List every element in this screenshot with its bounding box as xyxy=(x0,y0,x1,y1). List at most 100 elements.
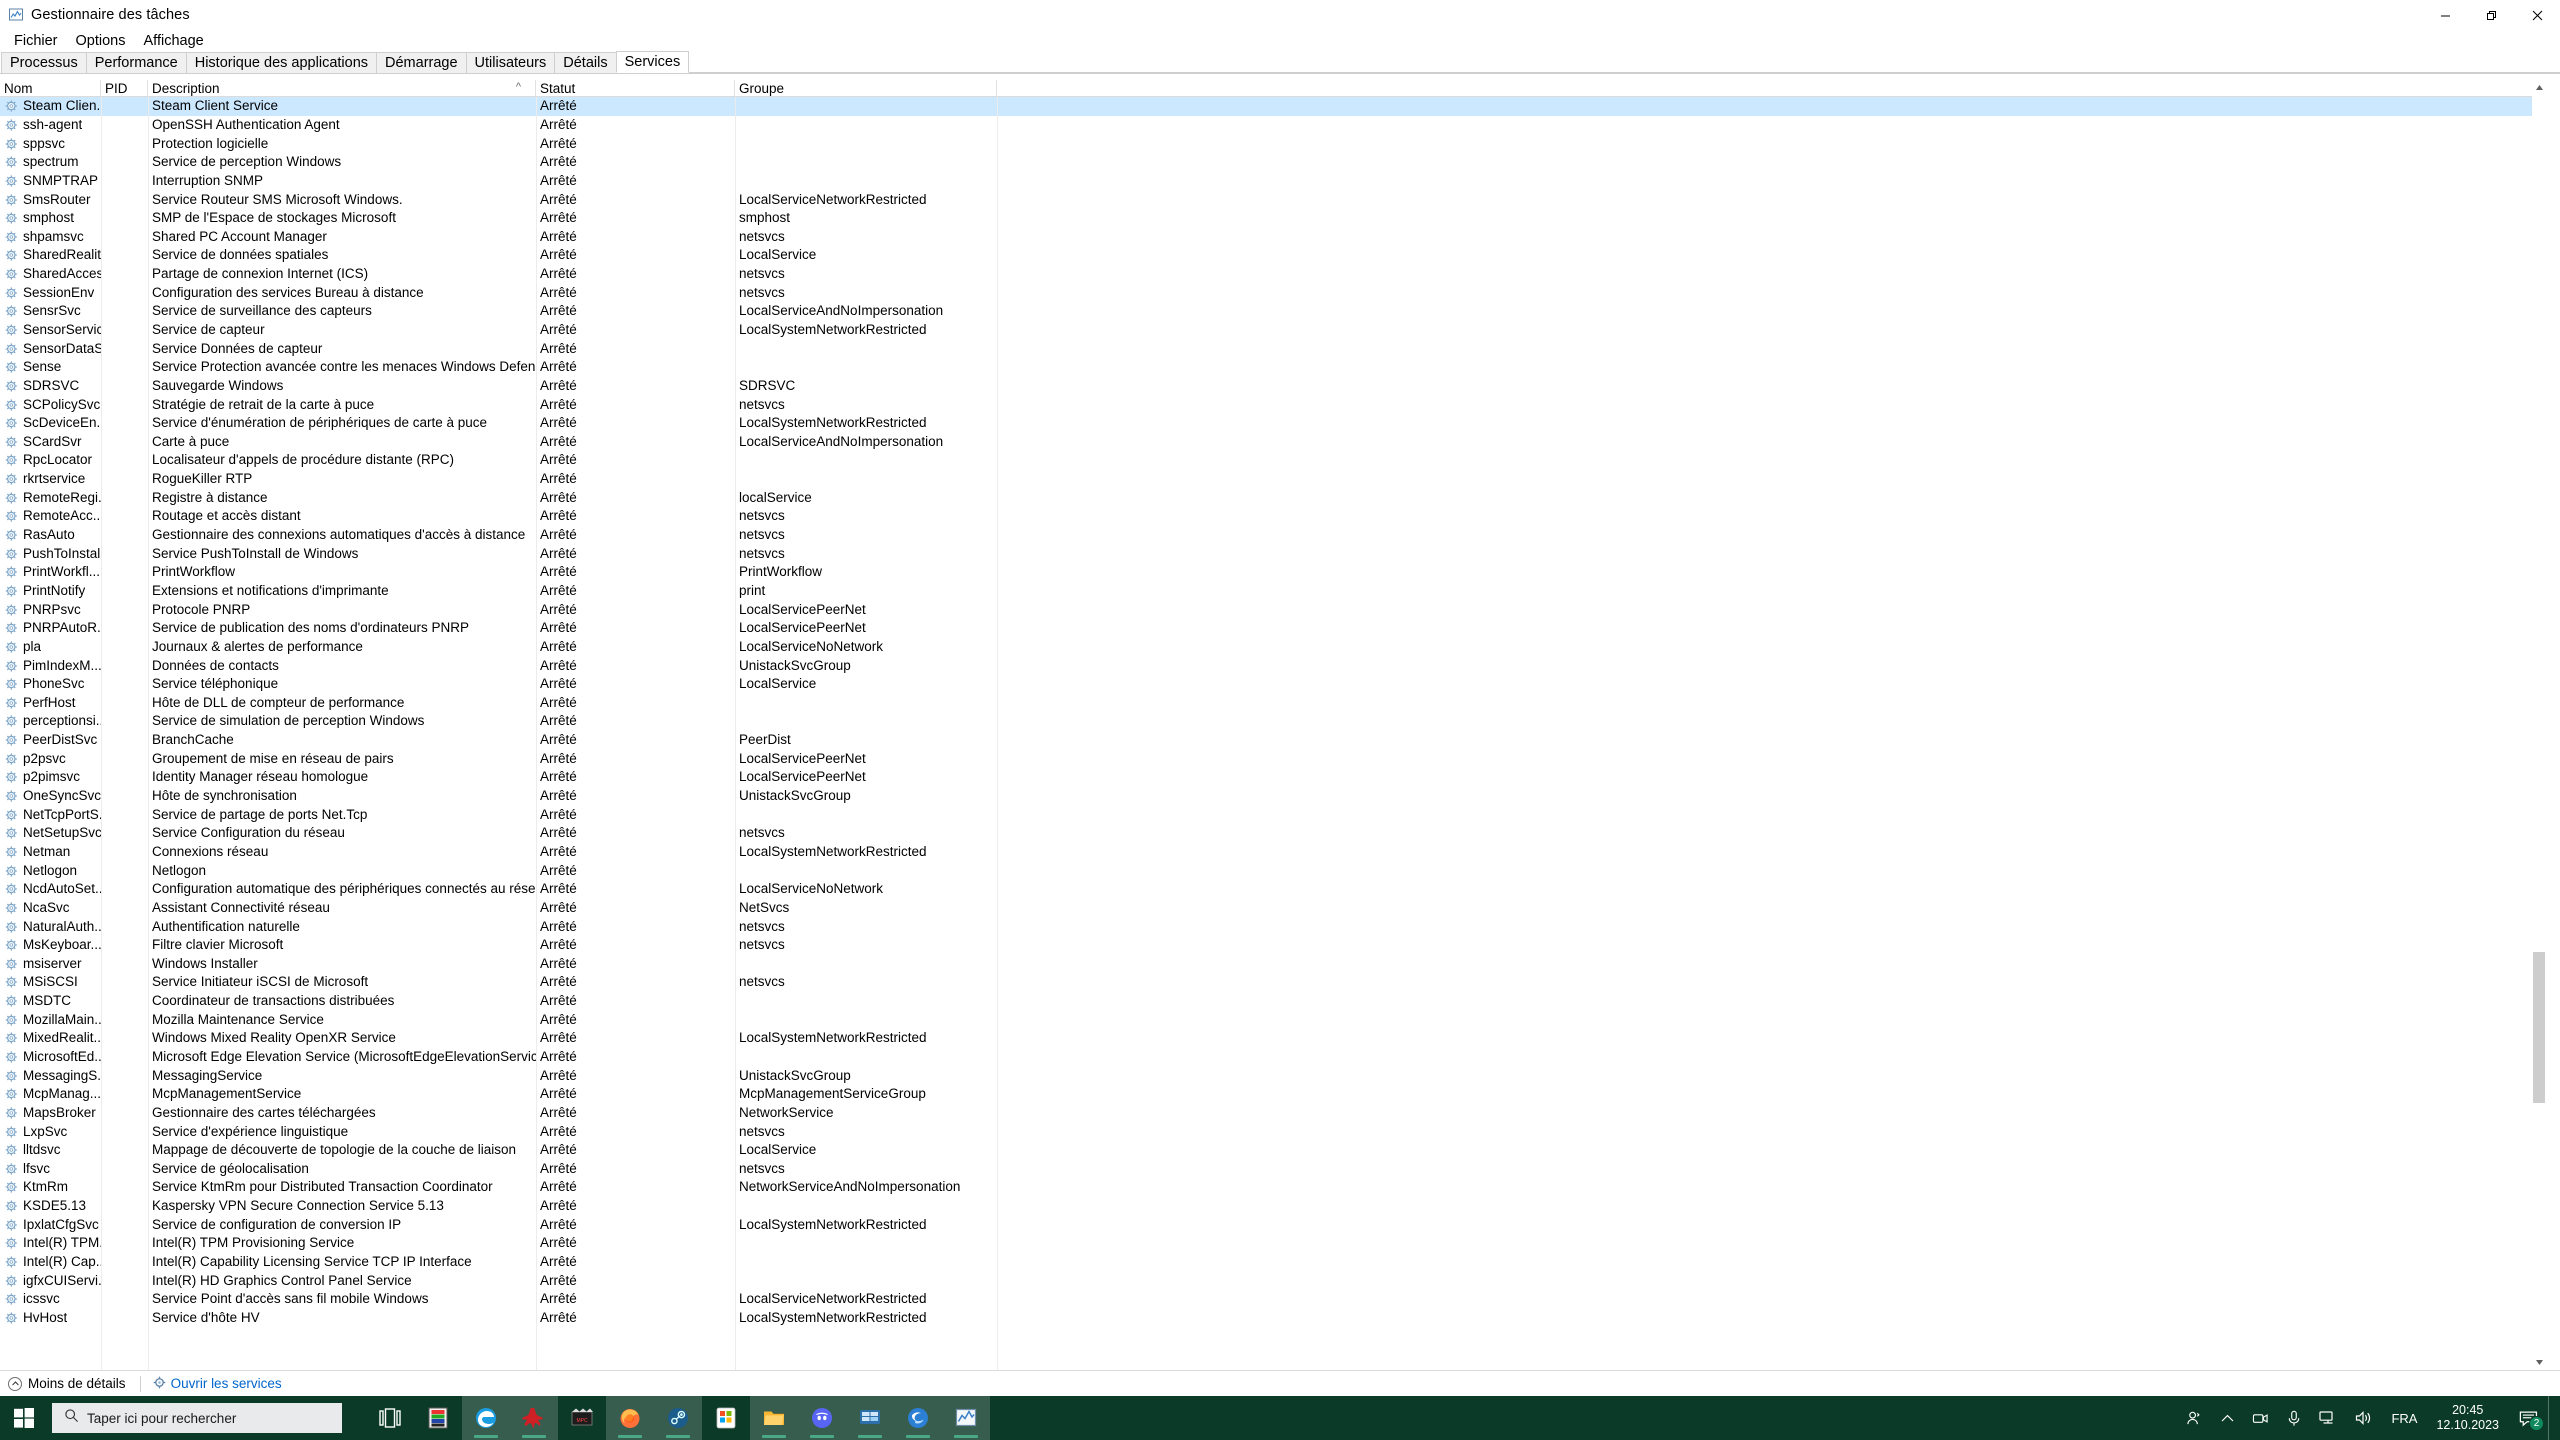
table-row[interactable]: KtmRm Service KtmRm pour Distributed Tran… xyxy=(0,1178,2546,1197)
table-row[interactable]: PrintWorkfl... PrintWorkflow Arrêté PrintWo… xyxy=(0,563,2546,582)
hitman-app-icon[interactable] xyxy=(510,1396,558,1440)
table-row[interactable]: ssh-agent OpenSSH Authentication Agent Arr… xyxy=(0,116,2546,135)
table-row[interactable]: MixedRealit... Windows Mixed Reality Open… xyxy=(0,1029,2546,1048)
table-row[interactable]: p2pimsvc Identity Manager réseau homologu… xyxy=(0,768,2546,787)
firefox-icon[interactable] xyxy=(606,1396,654,1440)
scroll-down-arrow[interactable] xyxy=(2532,1355,2546,1370)
chevron-up-icon[interactable] xyxy=(2212,1396,2243,1440)
scroll-up-arrow[interactable] xyxy=(2532,80,2546,95)
tab-performance[interactable]: Performance xyxy=(85,52,187,73)
table-row[interactable]: perceptionsi... Service de simulation de … xyxy=(0,712,2546,731)
table-row[interactable]: lltdsvc Mappage de découverte de topologi… xyxy=(0,1141,2546,1160)
scrollbar-track[interactable] xyxy=(2532,95,2546,1355)
tab-d-tails[interactable]: Détails xyxy=(554,52,617,73)
table-row[interactable]: MapsBroker Gestionnaire des cartes téléch… xyxy=(0,1104,2546,1123)
show-desktop-button[interactable] xyxy=(2548,1396,2556,1440)
table-row[interactable]: PerfHost Hôte de DLL de compteur de perfo… xyxy=(0,694,2546,713)
table-row[interactable]: SensorDataS... Service Données de capteur… xyxy=(0,339,2546,358)
table-row[interactable]: p2psvc Groupement de mise en réseau de pa… xyxy=(0,749,2546,768)
menu-item-affichage[interactable]: Affichage xyxy=(135,32,213,51)
table-row[interactable]: SCPolicySvc Stratégie de retrait de la ca… xyxy=(0,395,2546,414)
table-row[interactable]: RasAuto Gestionnaire des connexions autom… xyxy=(0,526,2546,545)
table-row[interactable]: icssvc Service Point d'accès sans fil mob… xyxy=(0,1290,2546,1309)
table-row[interactable]: SDRSVC Sauvegarde Windows Arrêté SDRSVC xyxy=(0,377,2546,396)
table-row[interactable]: HvHost Service d'hôte HV Arrêté LocalSystem… xyxy=(0,1309,2546,1328)
table-row[interactable]: PeerDistSvc BranchCache Arrêté PeerDist xyxy=(0,731,2546,750)
table-row[interactable]: spectrum Service de perception Windows Arr… xyxy=(0,153,2546,172)
microsoft-store-icon[interactable] xyxy=(702,1396,750,1440)
table-row[interactable]: SCardSvr Carte à puce Arrêté LocalServiceAn… xyxy=(0,433,2546,452)
table-row[interactable]: McpManag... McpManagementService Arrêté Mcp… xyxy=(0,1085,2546,1104)
table-row[interactable]: MicrosoftEd... Microsoft Edge Elevation S… xyxy=(0,1048,2546,1067)
maximize-button[interactable] xyxy=(2468,0,2514,30)
table-row[interactable]: SensrSvc Service de surveillance des capt… xyxy=(0,302,2546,321)
table-row[interactable]: smphost SMP de l'Espace de stockages Micr… xyxy=(0,209,2546,228)
table-row[interactable]: sppsvc Protection logicielle Arrêté xyxy=(0,134,2546,153)
table-row[interactable]: rkrtservice RogueKiller RTP Arrêté xyxy=(0,470,2546,489)
media-player-classic-icon[interactable]: MPC xyxy=(558,1396,606,1440)
table-row[interactable]: MSDTC Coordinateur de transactions distri… xyxy=(0,992,2546,1011)
column-header-status[interactable]: Statut xyxy=(536,80,735,96)
vertical-scrollbar[interactable] xyxy=(2532,80,2546,1370)
start-button[interactable] xyxy=(0,1396,48,1440)
network-icon[interactable] xyxy=(2310,1396,2346,1440)
table-row[interactable]: ScDeviceEn... Service d'énumération de pé… xyxy=(0,414,2546,433)
table-row[interactable]: RemoteAcc... Routage et accès distant Arrê… xyxy=(0,507,2546,526)
table-row[interactable]: pla Journaux & alertes de performance Arrê… xyxy=(0,638,2546,657)
tab-utilisateurs[interactable]: Utilisateurs xyxy=(465,52,556,73)
table-row[interactable]: shpamsvc Shared PC Account Manager Arrêté n… xyxy=(0,227,2546,246)
search-input[interactable]: Taper ici pour rechercher xyxy=(52,1403,342,1433)
table-row[interactable]: Netlogon Netlogon Arrêté xyxy=(0,861,2546,880)
language-indicator[interactable]: FRA xyxy=(2382,1396,2426,1440)
volume-icon[interactable] xyxy=(2346,1396,2382,1440)
table-row[interactable]: MSiSCSI Service Initiateur iSCSI de Micro… xyxy=(0,973,2546,992)
discord-icon[interactable] xyxy=(798,1396,846,1440)
less-details-button[interactable]: Moins de détails xyxy=(6,1375,134,1392)
minimize-button[interactable] xyxy=(2422,0,2468,30)
table-row[interactable]: KSDE5.13 Kaspersky VPN Secure Connection … xyxy=(0,1197,2546,1216)
action-center-button[interactable]: 2 xyxy=(2509,1396,2548,1440)
table-row[interactable]: RemoteRegi... Registre à distance Arrêté lo… xyxy=(0,488,2546,507)
tab-historique-des-applications[interactable]: Historique des applications xyxy=(185,52,378,73)
table-row[interactable]: SharedAccess Partage de connexion Interne… xyxy=(0,265,2546,284)
camera-icon[interactable] xyxy=(2243,1396,2278,1440)
table-row[interactable]: PushToInstall Service PushToInstall de Wi… xyxy=(0,544,2546,563)
tab-d-marrage[interactable]: Démarrage xyxy=(376,52,467,73)
table-row[interactable]: PimIndexM... Données de contacts Arrêté Uni… xyxy=(0,656,2546,675)
table-row[interactable]: Steam Clien... Steam Client Service Arrêté xyxy=(0,97,2546,116)
table-row[interactable]: Intel(R) Cap... Intel(R) Capability Licen… xyxy=(0,1253,2546,1272)
task-view-icon[interactable] xyxy=(366,1396,414,1440)
column-header-group[interactable]: Groupe xyxy=(735,80,997,96)
color-panel-icon[interactable] xyxy=(414,1396,462,1440)
file-explorer-icon[interactable] xyxy=(750,1396,798,1440)
table-row[interactable]: MozillaMain... Mozilla Maintenance Servic… xyxy=(0,1010,2546,1029)
table-row[interactable]: PNRPsvc Protocole PNRP Arrêté LocalServiceP… xyxy=(0,600,2546,619)
table-row[interactable]: OneSyncSvc Hôte de synchronisation Arrêté U… xyxy=(0,787,2546,806)
table-row[interactable]: SessionEnv Configuration des services Bur… xyxy=(0,283,2546,302)
people-icon[interactable] xyxy=(2177,1396,2212,1440)
scrollbar-thumb[interactable] xyxy=(2533,951,2545,1103)
table-row[interactable]: SharedRealit... Service de données spatia… xyxy=(0,246,2546,265)
close-button[interactable] xyxy=(2514,0,2560,30)
column-header-name[interactable]: Nom xyxy=(0,80,101,96)
microsoft-edge-icon[interactable] xyxy=(462,1396,510,1440)
table-row[interactable]: PNRPAutoR... Service de publication des n… xyxy=(0,619,2546,638)
task-manager-icon[interactable] xyxy=(942,1396,990,1440)
table-row[interactable]: NetTcpPortS... Service de partage de port… xyxy=(0,805,2546,824)
table-row[interactable]: Sense Service Protection avancée contre l… xyxy=(0,358,2546,377)
tab-services[interactable]: Services xyxy=(615,51,690,73)
table-row[interactable]: NcdAutoSet... Configuration automatique d… xyxy=(0,880,2546,899)
table-row[interactable]: PhoneSvc Service téléphonique Arrêté LocalS… xyxy=(0,675,2546,694)
table-row[interactable]: NaturalAuth... Authentification naturelle… xyxy=(0,917,2546,936)
tab-processus[interactable]: Processus xyxy=(1,52,87,73)
table-row[interactable]: msiserver Windows Installer Arrêté xyxy=(0,954,2546,973)
menu-item-fichier[interactable]: Fichier xyxy=(5,32,67,51)
table-row[interactable]: lfsvc Service de géolocalisation Arrêté net… xyxy=(0,1160,2546,1179)
table-row[interactable]: NetSetupSvc Service Configuration du rése… xyxy=(0,824,2546,843)
table-row[interactable]: PrintNotify Extensions et notifications d… xyxy=(0,582,2546,601)
column-header-description[interactable]: Description ^ xyxy=(148,80,536,96)
table-row[interactable]: IpxlatCfgSvc Service de configuration de … xyxy=(0,1215,2546,1234)
table-row[interactable]: LxpSvc Service d'expérience linguistique A… xyxy=(0,1122,2546,1141)
table-row[interactable]: Intel(R) TPM... Intel(R) TPM Provisioning… xyxy=(0,1234,2546,1253)
remote-desktop-icon[interactable] xyxy=(846,1396,894,1440)
